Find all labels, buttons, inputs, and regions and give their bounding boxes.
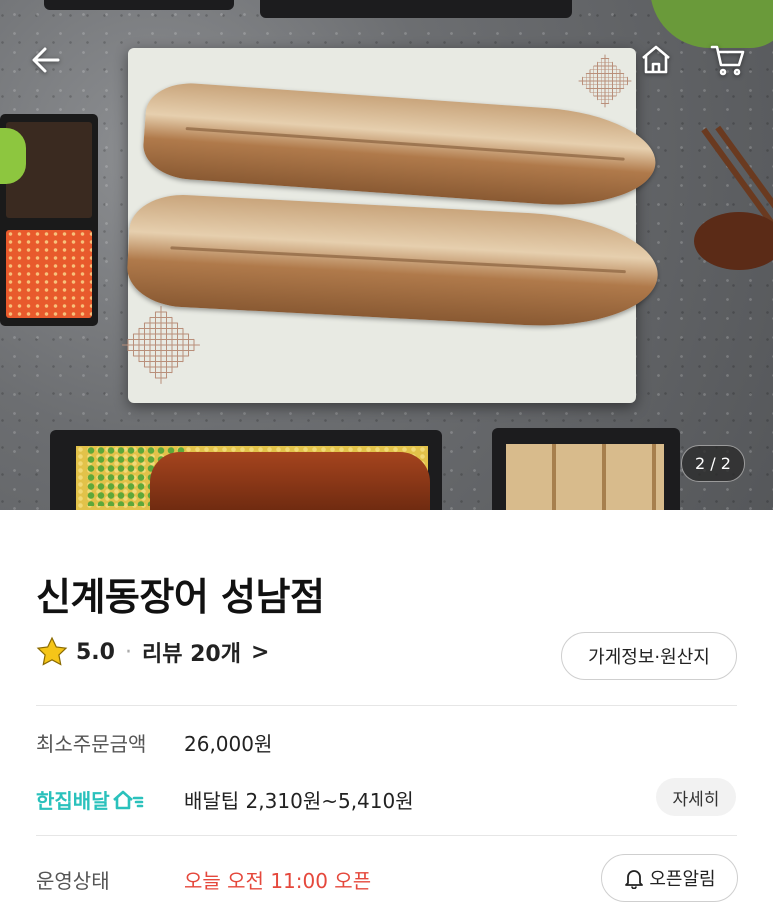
grilled-eel: [125, 192, 661, 332]
eel-rice-topping: [150, 452, 430, 510]
min-order-label: 최소주문금액: [36, 732, 147, 756]
bell-icon: [625, 870, 644, 889]
rating-row[interactable]: 5.0 · 리뷰 20개 >: [36, 636, 269, 668]
open-alarm-label: 오픈알림: [649, 869, 716, 890]
store-name: 신계동장어 성남점: [36, 575, 325, 619]
separator-dot: ·: [124, 639, 132, 665]
eel-pieces: [506, 444, 664, 510]
hero-photo[interactable]: 2 / 2: [0, 0, 773, 510]
review-count-link[interactable]: 리뷰 20개: [142, 636, 241, 668]
status-value: 오늘 오전 11:00 오픈: [184, 869, 372, 893]
wasabi: [0, 128, 26, 184]
cart-button[interactable]: [706, 38, 750, 82]
back-button[interactable]: [24, 40, 68, 80]
house-speed-icon: [112, 790, 143, 809]
delivery-brand-label: 한집배달: [36, 789, 110, 813]
status-label: 운영상태: [36, 869, 110, 893]
divider: [36, 835, 737, 836]
delivery-tip: 배달팁 2,310원~5,410원: [184, 789, 414, 813]
store-info-panel: 신계동장어 성남점 5.0 · 리뷰 20개 > 가게정보·원산지 최소주문금액…: [0, 510, 773, 922]
back-arrow-icon: [32, 47, 60, 73]
chevron-right-icon: >: [250, 639, 270, 665]
grilled-eel: [141, 80, 659, 212]
eel-plate: [122, 48, 661, 403]
tray-top: [260, 0, 572, 18]
home-button[interactable]: [634, 38, 678, 82]
divider: [36, 705, 737, 706]
plate-pattern: [578, 54, 632, 108]
star-icon: [36, 636, 68, 666]
plate-pattern: [122, 306, 200, 384]
min-order-value: 26,000원: [184, 732, 273, 756]
delivery-type: 한집배달: [36, 785, 144, 814]
red-sauce: [6, 230, 92, 318]
image-counter: 2 / 2: [681, 445, 745, 482]
cart-icon: [710, 45, 745, 76]
store-info-origin-button[interactable]: 가게정보·원산지: [561, 632, 737, 680]
home-icon: [642, 45, 670, 74]
delivery-detail-button[interactable]: 자세히: [656, 778, 736, 816]
tray-top-left: [44, 0, 234, 10]
open-alarm-button[interactable]: 오픈알림: [601, 854, 738, 902]
rating-value: 5.0: [76, 639, 115, 665]
